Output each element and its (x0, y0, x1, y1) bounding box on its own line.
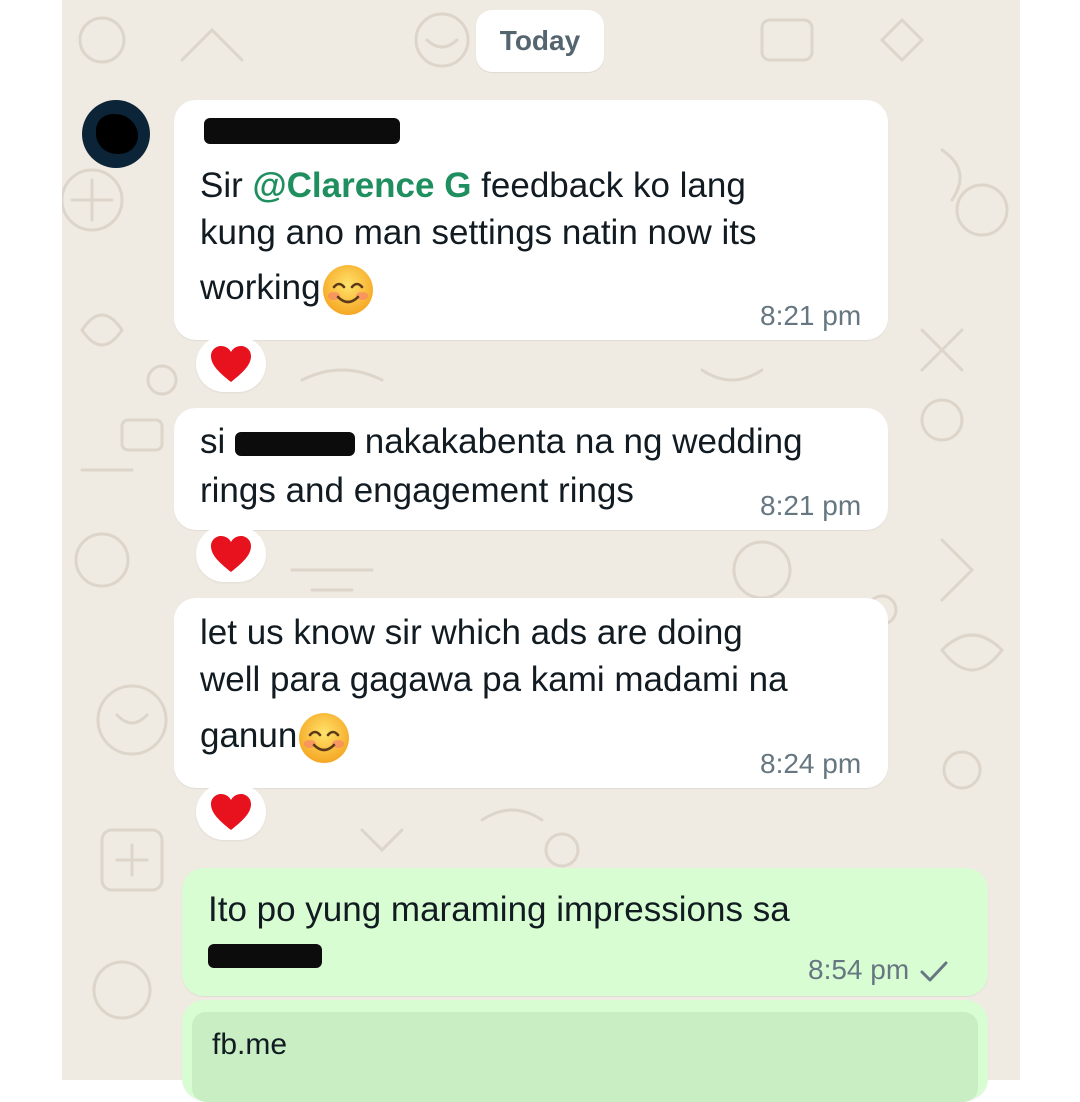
message-time: 8:24 pm (760, 748, 862, 779)
red-heart-icon (211, 536, 251, 572)
sender-avatar[interactable] (82, 100, 150, 168)
redacted-text (208, 944, 322, 968)
heart-reaction[interactable] (196, 784, 266, 840)
redacted-name (235, 431, 355, 456)
message-text: Sir @Clarence G feedback ko lang (200, 166, 746, 205)
smiling-face-emoji-icon (322, 264, 373, 315)
smiling-face-emoji-icon (299, 712, 350, 763)
message-time: 8:54 pm (808, 954, 949, 986)
red-heart-icon (211, 346, 251, 382)
heart-reaction[interactable] (196, 526, 266, 582)
message-text: kung ano man settings natin now its (200, 213, 757, 252)
message-text: rings and engagement rings (200, 471, 634, 510)
message-text: working (200, 262, 375, 317)
link-preview-card[interactable] (192, 1012, 978, 1102)
message-time: 8:21 pm (760, 490, 862, 521)
message-text: Ito po yung maraming impressions sa (208, 890, 790, 929)
message-text: si nakakabenta na ng wedding (200, 422, 803, 461)
date-divider: Today (476, 10, 604, 72)
red-heart-icon (211, 794, 251, 830)
message-text: let us know sir which ads are doing (200, 613, 743, 652)
mention-link[interactable]: @Clarence G (253, 166, 472, 205)
sent-check-icon (920, 961, 948, 982)
link-preview-domain[interactable]: fb.me (212, 1028, 287, 1062)
message-time: 8:21 pm (760, 300, 862, 331)
heart-reaction[interactable] (196, 336, 266, 392)
message-text: well para gagawa pa kami madami na (200, 660, 788, 699)
message-text: ganun (200, 710, 351, 765)
redacted-sender-name (204, 118, 400, 144)
